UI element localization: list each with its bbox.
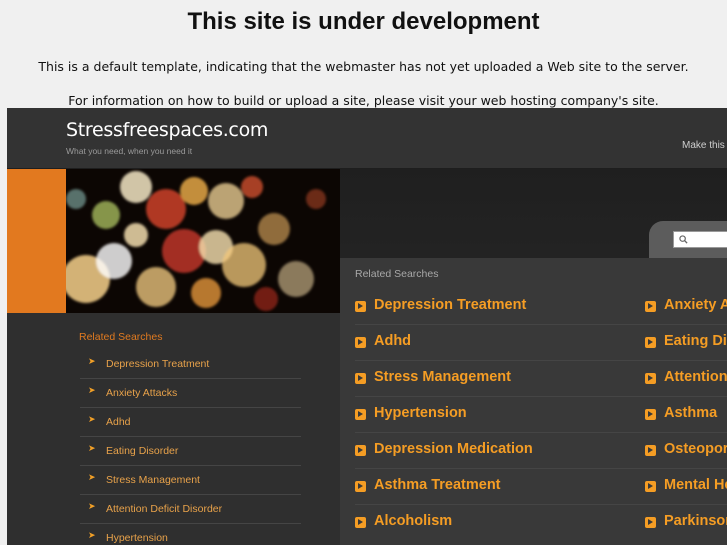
main-heading: Related Searches	[355, 268, 439, 280]
notice-line-1: This is a default template, indicating t…	[38, 59, 689, 74]
sidebar-link-label: Adhd	[106, 416, 131, 428]
arrow-bullet-icon	[355, 373, 366, 384]
divider	[355, 324, 727, 325]
arrow-bullet-icon	[355, 301, 366, 312]
site-tagline: What you need, when you need it	[66, 146, 193, 156]
search-link-label: Eating Di	[664, 333, 727, 349]
arrow-icon: ➤	[88, 414, 96, 424]
search-link-label: Anxiety A	[664, 297, 727, 313]
search-link-label: Depression Treatment	[374, 297, 527, 313]
sidebar-link[interactable]: ➤ Attention Deficit Disorder	[80, 495, 301, 524]
sidebar-link[interactable]: ➤ Depression Treatment	[80, 350, 301, 379]
sidebar-link[interactable]: ➤ Anxiety Attacks	[80, 379, 301, 408]
divider	[355, 432, 727, 433]
arrow-bullet-icon	[355, 481, 366, 492]
search-link-label: Stress Management	[374, 369, 511, 385]
site-header: Stressfreespaces.com What you need, when…	[7, 108, 727, 169]
arrow-bullet-icon	[645, 445, 656, 456]
notice-title: This site is under development	[187, 8, 540, 35]
sidebar-link[interactable]: ➤ Adhd	[80, 408, 301, 437]
arrow-icon: ➤	[88, 443, 96, 453]
arrow-icon: ➤	[88, 472, 96, 482]
accent-bar	[7, 169, 66, 313]
arrow-icon: ➤	[88, 385, 96, 395]
search-box	[649, 221, 727, 261]
arrow-icon: ➤	[88, 530, 96, 540]
divider	[355, 396, 727, 397]
search-link-label: Alcoholism	[374, 513, 453, 529]
sidebar-link[interactable]: ➤ Stress Management	[80, 466, 301, 495]
arrow-bullet-icon	[355, 445, 366, 456]
search-link[interactable]: Osteopor	[645, 441, 727, 477]
search-link-label: Parkinson	[664, 513, 727, 529]
arrow-icon: ➤	[88, 501, 96, 511]
sidebar-link[interactable]: ➤ Hypertension	[80, 524, 301, 545]
search-link[interactable]: Asthma	[645, 405, 727, 441]
arrow-bullet-icon	[645, 337, 656, 348]
divider	[355, 360, 727, 361]
search-link[interactable]: Adhd	[355, 333, 645, 369]
sidebar-link-label: Anxiety Attacks	[106, 387, 178, 399]
sidebar: Related Searches ➤ Depression Treatment ➤…	[7, 313, 340, 545]
sidebar-link-label: Attention Deficit Disorder	[106, 503, 223, 515]
search-link[interactable]: Depression Medication	[355, 441, 645, 477]
search-link[interactable]: Attention	[645, 369, 727, 405]
bokeh-banner-image	[66, 169, 340, 313]
search-link-label: Hypertension	[374, 405, 467, 421]
sidebar-link[interactable]: ➤ Eating Disorder	[80, 437, 301, 466]
arrow-bullet-icon	[645, 517, 656, 528]
search-link[interactable]: Parkinson	[645, 513, 727, 545]
sidebar-link-label: Depression Treatment	[106, 358, 210, 370]
arrow-icon: ➤	[88, 356, 96, 366]
search-link[interactable]: Depression Treatment	[355, 297, 645, 333]
search-input[interactable]	[673, 231, 727, 248]
sidebar-link-label: Eating Disorder	[106, 445, 179, 457]
arrow-bullet-icon	[645, 481, 656, 492]
parked-site-frame: Stressfreespaces.com What you need, when…	[7, 108, 727, 545]
search-link[interactable]: Alcoholism	[355, 513, 645, 545]
sidebar-link-label: Stress Management	[106, 474, 200, 486]
make-homepage-link[interactable]: Make this	[682, 140, 725, 151]
arrow-bullet-icon	[645, 373, 656, 384]
search-link[interactable]: Hypertension	[355, 405, 645, 441]
notice-panel: This site is under development This is a…	[0, 0, 727, 108]
search-link[interactable]: Eating Di	[645, 333, 727, 369]
site-title[interactable]: Stressfreespaces.com	[66, 119, 268, 141]
divider	[355, 468, 727, 469]
search-link[interactable]: Mental He	[645, 477, 727, 513]
search-link-label: Attention	[664, 369, 727, 385]
notice-line-2: For information on how to build or uploa…	[68, 93, 659, 108]
search-link[interactable]: Asthma Treatment	[355, 477, 645, 513]
divider	[355, 504, 727, 505]
sidebar-heading: Related Searches	[79, 331, 163, 343]
search-icon	[679, 235, 688, 244]
related-searches-panel: Related Searches Depression Treatment An…	[340, 258, 727, 545]
search-link-label: Adhd	[374, 333, 412, 349]
search-link-label: Asthma	[664, 405, 718, 421]
search-link-label: Mental He	[664, 477, 727, 493]
search-link[interactable]: Stress Management	[355, 369, 645, 405]
search-link-label: Osteopor	[664, 441, 727, 457]
search-link-label: Depression Medication	[374, 441, 533, 457]
search-link-label: Asthma Treatment	[374, 477, 501, 493]
bokeh-lights-graphic	[66, 169, 340, 313]
arrow-bullet-icon	[355, 517, 366, 528]
arrow-bullet-icon	[355, 409, 366, 420]
arrow-bullet-icon	[355, 337, 366, 348]
arrow-bullet-icon	[645, 409, 656, 420]
sidebar-link-label: Hypertension	[106, 532, 168, 544]
arrow-bullet-icon	[645, 301, 656, 312]
search-link[interactable]: Anxiety A	[645, 297, 727, 333]
